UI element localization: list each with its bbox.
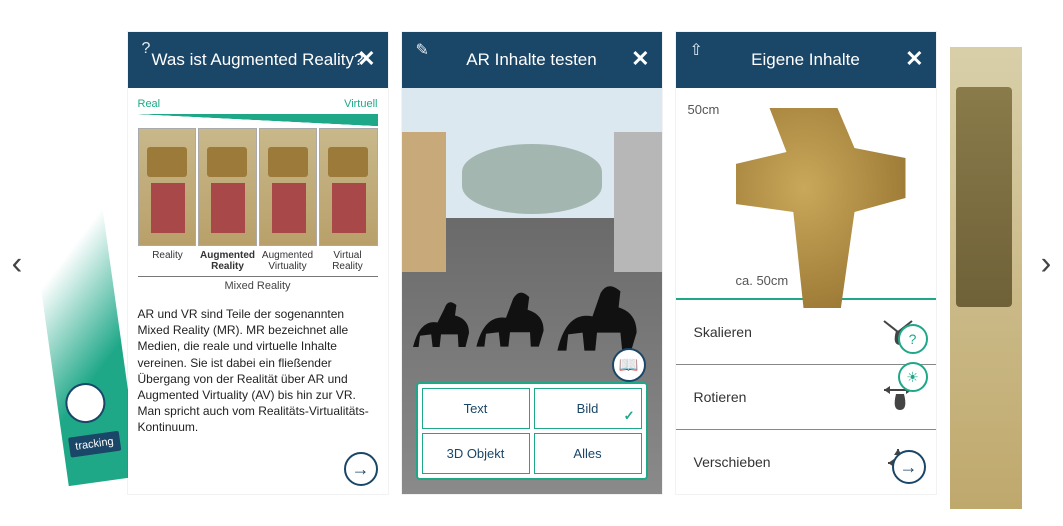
- content-type-selector: Text Bild 3D Objekt Alles: [416, 382, 648, 480]
- label-av: Augmented Virtuality: [258, 250, 318, 272]
- building-right: [614, 132, 662, 272]
- screenshot-carousel: ‹ › tracking ? Was ist Augmented Reality…: [0, 0, 1063, 526]
- close-icon[interactable]: ✕: [631, 46, 649, 72]
- continuum-image-vr: [319, 128, 378, 246]
- screenshot-2: ✎ AR Inhalte testen ✕ 📖: [402, 32, 662, 494]
- scale-vertical-label: 50cm: [688, 102, 720, 117]
- share-icon: ⇧: [690, 40, 703, 60]
- book-icon[interactable]: 📖: [612, 348, 646, 382]
- row-move-label: Verschieben: [694, 454, 771, 470]
- screenshot-1: ? Was ist Augmented Reality? ✕ Real Virt…: [128, 32, 388, 494]
- side-buttons: ? ☀: [898, 324, 928, 392]
- row-rotate[interactable]: Rotieren: [676, 365, 936, 430]
- scale-horizontal-label: ca. 50cm: [736, 273, 789, 288]
- scale-right-label: Virtuell: [344, 98, 377, 110]
- continuum-images: [138, 128, 378, 246]
- label-ar: Augmented Reality: [198, 250, 258, 272]
- help-icon: ?: [142, 40, 151, 58]
- row-rotate-label: Rotieren: [694, 389, 747, 405]
- pencil-icon: ✎: [416, 40, 429, 60]
- option-all[interactable]: Alles: [534, 433, 642, 474]
- carousel-next[interactable]: ›: [1031, 245, 1061, 282]
- option-text[interactable]: Text: [422, 388, 530, 429]
- next-button[interactable]: →: [344, 452, 378, 486]
- scale-left-label: Real: [138, 98, 161, 110]
- peek-left-label: tracking: [68, 431, 121, 458]
- screen3-body: 50cm ca. 50cm Skalieren Rotieren: [676, 88, 936, 494]
- lighting-button[interactable]: ☀: [898, 362, 928, 392]
- building-left: [402, 132, 446, 272]
- row-scale[interactable]: Skalieren: [676, 300, 936, 365]
- continuum-labels: Reality Augmented Reality Augmented Virt…: [138, 250, 378, 272]
- screen2-header: ✎ AR Inhalte testen ✕: [402, 32, 662, 88]
- screen3-header: ⇧ Eigene Inhalte ✕: [676, 32, 936, 88]
- help-button[interactable]: ?: [898, 324, 928, 354]
- peek-screenshot-left[interactable]: tracking: [15, 100, 139, 486]
- screen2-body: 📖 Text Bild 3D Objekt Alles: [402, 88, 662, 494]
- screen1-body: Real Virtuell Reality Augmented Reality …: [128, 88, 388, 494]
- screen1-body-text: AR und VR sind Teile der sogenannten Mix…: [138, 306, 378, 452]
- option-image[interactable]: Bild: [534, 388, 642, 429]
- rider-1: [406, 286, 476, 366]
- close-icon[interactable]: ✕: [905, 46, 923, 72]
- rider-2: [470, 276, 550, 366]
- screen2-title: AR Inhalte testen: [466, 50, 596, 70]
- label-vr: Virtual Reality: [318, 250, 378, 272]
- trees: [462, 144, 602, 214]
- continuum-image-reality: [138, 128, 197, 246]
- peek-screenshot-right[interactable]: [950, 47, 1022, 509]
- screen1-title: Was ist Augmented Reality?: [152, 50, 364, 70]
- mixed-reality-label: Mixed Reality: [138, 276, 378, 292]
- carousel-prev[interactable]: ‹: [2, 245, 32, 282]
- label-reality: Reality: [138, 250, 198, 272]
- screen3-title: Eigene Inhalte: [751, 50, 860, 70]
- continuum-image-ar: [198, 128, 257, 246]
- screen1-header: ? Was ist Augmented Reality? ✕: [128, 32, 388, 88]
- continuum-image-av: [259, 128, 318, 246]
- object-preview: 50cm ca. 50cm: [676, 88, 936, 300]
- screenshot-3: ⇧ Eigene Inhalte ✕ 50cm ca. 50cm Skalier…: [676, 32, 936, 494]
- option-3d-object[interactable]: 3D Objekt: [422, 433, 530, 474]
- close-icon[interactable]: ✕: [357, 46, 375, 72]
- continuum-triangle: [138, 114, 378, 126]
- row-scale-label: Skalieren: [694, 324, 752, 340]
- next-button[interactable]: →: [892, 450, 926, 484]
